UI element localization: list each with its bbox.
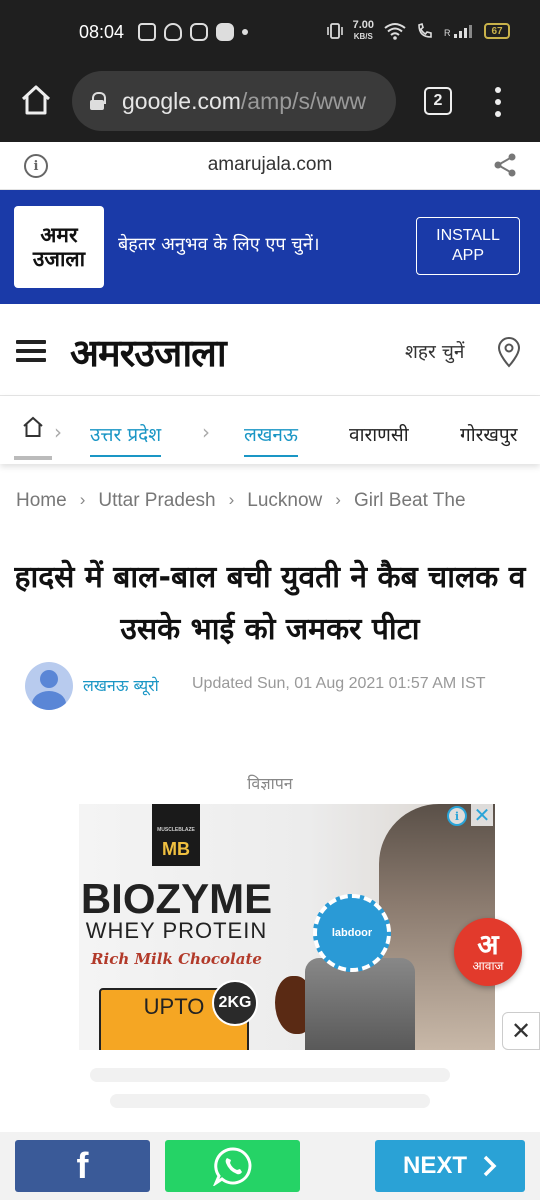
url-text: google.com/amp/s/www [122,87,367,114]
net-speed: 7.00 KB/S [352,19,374,42]
advertisement[interactable]: MUSCLEBLAZE MB BIOZYME WHEY PROTEIN Rich … [79,804,495,1050]
address-bar[interactable]: google.com/amp/s/www [72,71,396,131]
ad-weight-badge: 2KG [212,980,258,1026]
location-pin-icon[interactable] [496,336,522,368]
ad-product-name: WHEY PROTEIN [85,918,268,943]
facebook-icon: f [76,1145,89,1186]
ad-brand-name: BIOZYME [80,875,273,922]
breadcrumb: Home › Uttar Pradesh › Lucknow › Girl Be… [16,490,466,512]
breadcrumb-uttar-pradesh[interactable]: Uttar Pradesh [98,490,215,512]
chevron-right-icon: › [202,420,210,444]
article-headline: हादसे में बाल-बाल बची युवती ने कैब चालक … [14,560,526,647]
banner-text: बेहतर अनुभव के लिए एप चुनें। [118,234,320,255]
updated-timestamp: Updated Sun, 01 Aug 2021 01:57 AM IST [192,675,486,692]
ad-flavor: Rich Milk Chocolate [91,950,262,968]
whatsapp-icon [212,1147,251,1186]
nav-item-lucknow[interactable]: लखनऊ [244,421,298,457]
instagram-icon [190,23,208,41]
more-notifications-icon [242,29,248,35]
ad-product-tub [305,958,415,1050]
more-menu-icon[interactable] [488,84,508,120]
chevron-right-icon: › [54,420,62,444]
install-app-banner: अमर उजाला बेहतर अनुभव के लिए एप चुनें। I… [0,190,540,304]
status-time: 08:04 [79,22,125,42]
share-icon[interactable] [492,152,518,178]
message-icon [216,23,234,41]
site-header: अमरउजाला शहर चुनें [0,304,540,396]
breadcrumb-separator: › [79,490,86,509]
close-sticky-ad-icon[interactable]: ✕ [502,1012,540,1050]
whatsapp-share-button[interactable] [165,1140,300,1192]
nav-item-varanasi[interactable]: वाराणसी [349,421,409,447]
breadcrumb-lucknow[interactable]: Lucknow [247,490,322,512]
breadcrumb-separator: › [228,490,235,509]
svg-text:R: R [444,28,451,38]
lock-icon [90,92,106,110]
wifi-call-icon [418,22,432,38]
wifi-icon [384,23,406,40]
nav-home-tab[interactable] [14,416,52,460]
ad-certification-seal: labdoor [313,894,391,972]
chevron-right-icon [483,1155,497,1177]
facebook-share-button[interactable]: f [15,1140,150,1192]
status-bar: 08:04 7.00 KB/S R 67 [0,0,540,66]
amp-header: i amarujala.com [0,142,540,190]
faded-content [0,1050,540,1132]
system-icons: 7.00 KB/S R 67 [326,19,510,42]
signal-icon: R [444,25,472,38]
install-app-button[interactable]: INSTALL APP [416,217,520,275]
next-article-button[interactable]: NEXT [375,1140,525,1192]
snapchat-icon [164,23,182,41]
amp-domain[interactable]: amarujala.com [0,154,540,176]
ad-close-icon[interactable]: ✕ [471,804,493,826]
tab-switcher-button[interactable]: 2 [424,87,452,115]
breadcrumb-current: Girl Beat The [353,490,466,511]
ad-label: विज्ञापन [247,774,293,793]
browser-toolbar: google.com/amp/s/www 2 [0,66,540,142]
sim-icon [138,23,156,41]
awaz-audio-button[interactable]: अ आवाज [454,918,522,986]
ad-brand-logo: MUSCLEBLAZE MB [152,804,200,866]
nav-item-uttar-pradesh[interactable]: उत्तर प्रदेश [90,421,162,457]
breadcrumb-separator: › [335,490,341,509]
nav-item-gorakhpur[interactable]: गोरखपुर [460,421,518,447]
battery-icon: 67 [484,23,510,39]
app-logo: अमर उजाला [14,206,104,288]
home-outline-icon [23,416,43,437]
vibrate-icon [326,23,343,39]
breadcrumb-home[interactable]: Home [16,490,67,512]
hamburger-menu-icon[interactable] [16,340,46,362]
adchoices-icon[interactable]: i [447,806,467,826]
home-icon[interactable] [18,82,54,118]
notification-icons [138,23,248,41]
category-nav: › उत्तर प्रदेश › लखनऊ वाराणसी गोरखपुर [0,396,540,464]
share-bar: f NEXT [0,1132,540,1200]
author-name[interactable]: लखनऊ ब्यूरो [83,674,159,696]
site-logo[interactable]: अमरउजाला [70,326,227,378]
author-avatar [25,662,73,710]
city-select[interactable]: शहर चुनें [405,338,464,364]
